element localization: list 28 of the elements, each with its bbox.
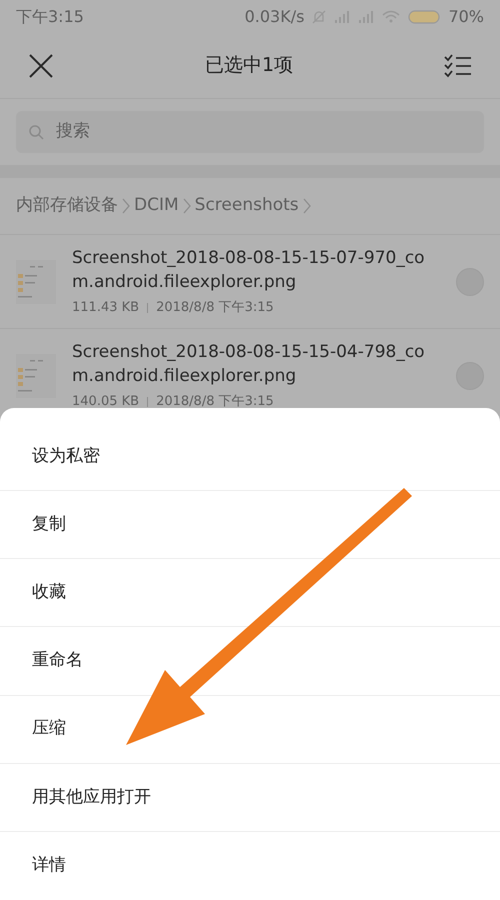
select-all-button[interactable]: [444, 52, 472, 78]
battery-percent: 70%: [448, 6, 484, 28]
header-title: 已选中1项: [204, 53, 294, 78]
search-input[interactable]: 搜索: [56, 119, 472, 145]
signal-icon: [358, 10, 374, 24]
file-size: 111.43 KB: [72, 298, 140, 317]
file-date: 2018/8/8 下午3:15: [156, 392, 274, 411]
search-icon: [28, 124, 44, 140]
wifi-icon: [382, 10, 400, 24]
file-name: Screenshot_2018-08-08-15-15-04-798_com.android.fileexplorer.png: [72, 340, 426, 388]
file-name: Screenshot_2018-08-08-15-15-07-970_com.android.fileexplorer.png: [72, 246, 426, 294]
bell-off-icon: [312, 10, 326, 24]
file-date: 2018/8/8 下午3:15: [156, 298, 274, 317]
file-size: 140.05 KB: [72, 392, 140, 411]
close-button[interactable]: [28, 52, 54, 78]
chevron-right-icon: [182, 198, 191, 214]
chevron-right-icon: [122, 198, 130, 214]
menu-item[interactable]: 用其他应用打开: [0, 764, 500, 832]
menu-item[interactable]: 设为私密: [0, 423, 500, 492]
status-time: 下午3:15: [16, 6, 84, 28]
menu-item[interactable]: 详情: [0, 832, 500, 900]
search-field[interactable]: 搜索: [16, 111, 484, 153]
signal-icon: [334, 10, 350, 24]
battery-icon: [408, 10, 440, 24]
chevron-right-icon: [302, 198, 311, 214]
checklist-icon: [444, 52, 472, 78]
network-speed: 0.03K/s: [244, 6, 304, 28]
close-icon: [28, 52, 54, 78]
